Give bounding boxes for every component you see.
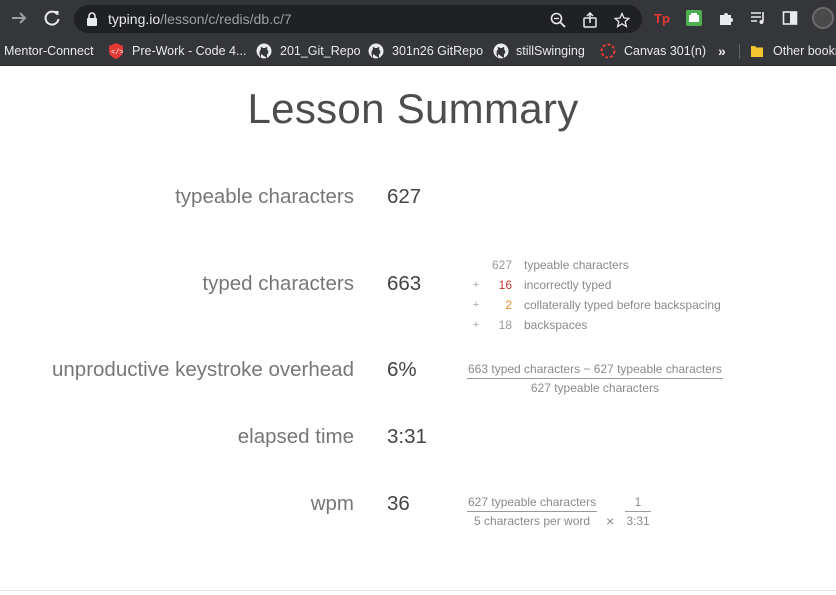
- overhead-formula: 663 typed characters − 627 typeable char…: [467, 362, 723, 395]
- svg-text:</>: </>: [111, 49, 123, 57]
- breakdown-number: 18: [498, 318, 512, 332]
- bookmark-star-icon[interactable]: [613, 11, 631, 28]
- elapsed-time-label: elapsed time: [237, 425, 354, 448]
- forward-icon[interactable]: [9, 8, 29, 28]
- wpm-formula-fraction-2: 1 3:31: [625, 495, 651, 528]
- address-bar[interactable]: typing.io/lesson/c/redis/db.c/7: [74, 5, 642, 33]
- bookmark-label: Pre-Work - Code 4...: [132, 44, 247, 58]
- typeable-characters-value: 627: [387, 185, 422, 208]
- overhead-formula-numerator: 663 typed characters − 627 typeable char…: [467, 362, 723, 379]
- breakdown-row: + 16 incorrectly typed: [466, 275, 766, 295]
- wpm-formula-numerator: 627 typeable characters: [467, 495, 598, 512]
- lesson-summary-page: Lesson Summary typeable characters 627 t…: [0, 67, 836, 595]
- reload-icon[interactable]: [42, 8, 62, 28]
- keystroke-overhead-value: 6%: [387, 358, 417, 381]
- bookmarks-overflow-chevron-icon[interactable]: »: [718, 36, 726, 66]
- typeable-characters-label: typeable characters: [175, 185, 354, 208]
- profile-avatar[interactable]: [812, 7, 834, 29]
- breakdown-text: backspaces: [524, 318, 588, 332]
- typing-extension-icon[interactable]: Tp: [654, 10, 670, 26]
- github-icon: [256, 43, 272, 59]
- lock-icon[interactable]: [86, 12, 98, 31]
- bookmark-label: Other bookmarks: [773, 44, 836, 58]
- breakdown-operator: +: [472, 279, 480, 291]
- wpm-formula-denominator-2: 3:31: [626, 514, 650, 528]
- github-icon: [368, 43, 384, 59]
- bookmark-mentor-connect[interactable]: Mentor-Connect: [4, 36, 94, 66]
- wpm-formula-numerator-2: 1: [625, 495, 651, 512]
- bookmarks-bar: Mentor-Connect </> Pre-Work - Code 4... …: [0, 36, 836, 66]
- url-path: /lesson/c/redis/db.c/7: [160, 11, 292, 27]
- canvas-icon: [600, 43, 616, 59]
- wpm-label: wpm: [310, 492, 354, 515]
- keystroke-overhead-label: unproductive keystroke overhead: [52, 358, 354, 381]
- side-panel-icon[interactable]: [782, 10, 798, 26]
- breakdown-operator: +: [472, 319, 480, 331]
- bookmark-label: 301n26 GitRepo: [392, 44, 484, 58]
- wpm-formula-denominator: 5 characters per word: [474, 514, 591, 528]
- bookmarks-divider: [739, 44, 740, 59]
- browser-toolbar: typing.io/lesson/c/redis/db.c/7 Tp: [0, 0, 836, 36]
- bookmark-label: stillSwinging: [516, 44, 585, 58]
- media-control-icon[interactable]: [750, 10, 766, 26]
- breakdown-text: incorrectly typed: [524, 278, 612, 292]
- breakdown-row: + 18 backspaces: [466, 315, 766, 335]
- breakdown-row: 627 typeable characters: [466, 255, 766, 275]
- breakdown-text: typeable characters: [524, 258, 629, 272]
- typed-characters-breakdown: 627 typeable characters + 16 incorrectly…: [466, 255, 766, 335]
- green-extension-icon[interactable]: [686, 10, 702, 26]
- bookmark-label: Mentor-Connect: [4, 44, 94, 58]
- svg-text:Tp: Tp: [654, 11, 670, 26]
- multiply-sign: ×: [606, 513, 615, 529]
- bookmark-label: Canvas 301(n): [624, 44, 706, 58]
- breakdown-text: collaterally typed before backspacing: [524, 298, 721, 312]
- typed-characters-label: typed characters: [202, 272, 354, 295]
- share-icon[interactable]: [582, 11, 598, 28]
- url-text[interactable]: typing.io/lesson/c/redis/db.c/7: [108, 5, 292, 33]
- breakdown-number: 2: [505, 298, 512, 312]
- elapsed-time-value: 3:31: [387, 425, 427, 448]
- url-host: typing.io: [108, 11, 161, 27]
- breakdown-operator: +: [472, 299, 480, 311]
- wpm-value: 36: [387, 492, 410, 515]
- divider: [0, 590, 836, 591]
- breakdown-number: 627: [491, 258, 512, 272]
- overhead-formula-denominator: 627 typeable characters: [530, 381, 659, 395]
- extensions-puzzle-icon[interactable]: [718, 10, 734, 26]
- github-icon: [493, 43, 509, 59]
- typed-characters-value: 663: [387, 272, 422, 295]
- breakdown-number: 16: [498, 278, 512, 292]
- wpm-formula-fraction-1: 627 typeable characters 5 characters per…: [467, 495, 598, 528]
- zoom-icon[interactable]: [550, 12, 566, 28]
- code-fellows-icon: </>: [109, 43, 123, 59]
- page-title: Lesson Summary: [247, 85, 579, 132]
- breakdown-row: + 2 collaterally typed before backspacin…: [466, 295, 766, 315]
- folder-icon: [751, 46, 763, 57]
- bookmark-label: 201_Git_Repo: [280, 44, 361, 58]
